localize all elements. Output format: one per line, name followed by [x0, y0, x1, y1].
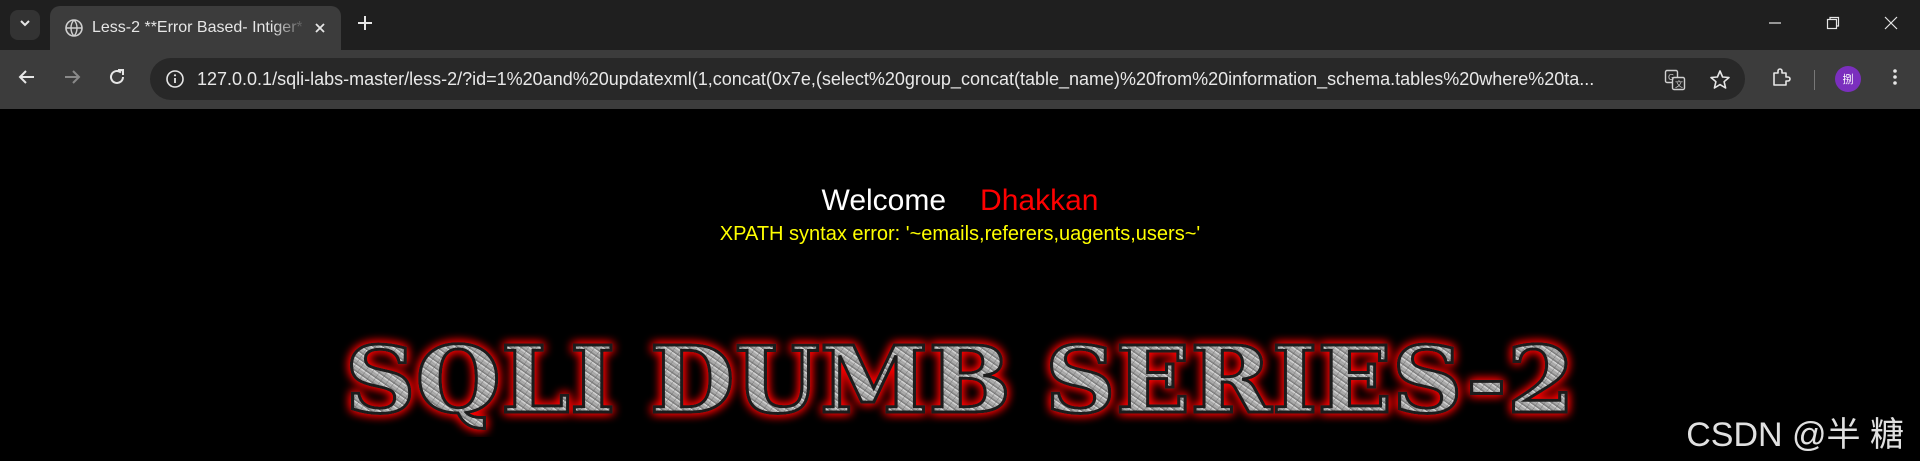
new-tab-button[interactable]	[352, 12, 378, 38]
browser-toolbar: 127.0.0.1/sqli-labs-master/less-2/?id=1%…	[0, 50, 1920, 109]
tab-title-fade	[272, 14, 308, 42]
browser-window: Less-2 **Error Based- Intiger** 127.0.0.…	[0, 0, 1920, 461]
welcome-line: Welcome Dhakkan	[0, 183, 1920, 219]
globe-icon	[64, 18, 84, 38]
chevron-down-icon	[18, 16, 32, 35]
restore-button[interactable]	[1810, 10, 1856, 40]
back-icon	[17, 67, 37, 92]
svg-text:文: 文	[1675, 79, 1683, 89]
window-close-button[interactable]	[1868, 10, 1914, 40]
back-button[interactable]	[12, 64, 42, 94]
minimize-icon	[1768, 16, 1782, 35]
menu-button[interactable]	[1880, 64, 1910, 94]
watermark: CSDN @半 糖	[1686, 416, 1904, 454]
reload-button[interactable]	[102, 64, 132, 94]
banner-text: SQLI DUMB SERIES-2	[345, 326, 1575, 434]
menu-icon	[1885, 67, 1905, 92]
forward-icon	[62, 67, 82, 92]
page-content: Welcome Dhakkan XPATH syntax error: '~ema…	[0, 109, 1920, 461]
reload-icon	[107, 67, 127, 92]
site-info-icon[interactable]	[160, 64, 190, 94]
profile-avatar[interactable]: 捌	[1835, 66, 1861, 92]
window-close-icon	[1884, 16, 1898, 35]
extensions-icon	[1770, 66, 1792, 93]
restore-icon	[1826, 16, 1840, 35]
tab-search-button[interactable]	[10, 10, 40, 40]
url-text[interactable]: 127.0.0.1/sqli-labs-master/less-2/?id=1%…	[197, 69, 1692, 90]
toolbar-separator	[1814, 70, 1815, 90]
welcome-name: Dhakkan	[980, 184, 1099, 217]
tab-strip: Less-2 **Error Based- Intiger**	[0, 0, 1920, 50]
address-bar[interactable]: 127.0.0.1/sqli-labs-master/less-2/?id=1%…	[150, 58, 1745, 100]
error-message: XPATH syntax error: '~emails,referers,ua…	[719, 223, 1201, 245]
plus-icon	[356, 14, 374, 37]
minimize-button[interactable]	[1752, 10, 1798, 40]
tab-title: Less-2 **Error Based- Intiger**	[92, 19, 302, 36]
active-tab[interactable]: Less-2 **Error Based- Intiger**	[50, 6, 341, 50]
star-icon[interactable]	[1706, 66, 1734, 94]
svg-text:G: G	[1668, 73, 1674, 82]
profile-initial: 捌	[1842, 74, 1854, 86]
forward-button[interactable]	[57, 64, 87, 94]
extensions-button[interactable]	[1766, 64, 1796, 94]
banner-image: SQLI DUMB SERIES-2	[330, 317, 1590, 437]
close-icon[interactable]	[310, 18, 330, 38]
welcome-text: Welcome	[821, 184, 947, 217]
translate-icon[interactable]: G文	[1661, 66, 1689, 94]
